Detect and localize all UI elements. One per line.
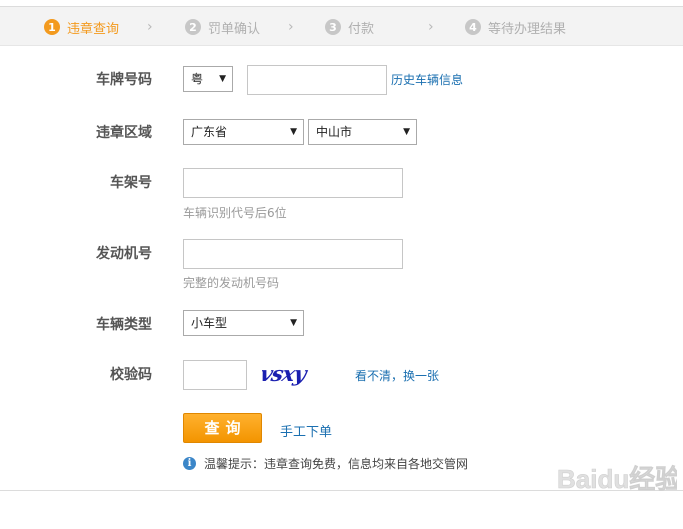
manual-order-link[interactable]: 手工下单 <box>280 421 332 440</box>
captcha-text: vsxy <box>262 362 310 387</box>
frame-hint: 车辆识别代号后6位 <box>183 206 287 220</box>
step-label: 罚单确认 <box>208 21 261 37</box>
captcha-svg: vsxy <box>258 362 311 387</box>
warm-tip: i 温馨提示：违章查询免费，信息均来自各地交管网 <box>183 455 468 472</box>
chevron-right-icon: › <box>288 19 294 35</box>
plate-label: 车牌号码 <box>96 72 152 88</box>
watermark-text: Baidu经验 <box>557 464 677 494</box>
triangle-down-icon: ▼ <box>290 318 297 328</box>
history-vehicles-link[interactable]: 历史车辆信息 <box>391 71 463 88</box>
step-number-icon: 2 <box>185 19 201 35</box>
step-payment: 3 付款 <box>325 18 375 37</box>
city-select[interactable]: 中山市 ▼ <box>308 119 417 145</box>
vehicle-type-select[interactable]: 小车型 ▼ <box>183 310 304 336</box>
vehicle-type-value: 小车型 <box>191 316 228 330</box>
frame-number-input[interactable] <box>183 168 403 198</box>
tip-text: 温馨提示：违章查询免费，信息均来自各地交管网 <box>204 457 469 471</box>
baidu-logo-icon: Baidu经验 <box>557 464 682 495</box>
plate-prefix-value: 粤 <box>191 72 204 86</box>
captcha-image[interactable]: vsxy <box>258 362 318 392</box>
step-await-result: 4 等待办理结果 <box>465 18 567 37</box>
query-button[interactable]: 查询 <box>183 413 262 443</box>
step-ticket-confirm: 2 罚单确认 <box>185 18 261 37</box>
captcha-input[interactable] <box>183 360 247 390</box>
step-violation-query: 1 违章查询 <box>44 18 120 37</box>
captcha-label: 校验码 <box>110 367 152 383</box>
step-label: 违章查询 <box>67 21 120 37</box>
triangle-down-icon: ▼ <box>219 74 226 84</box>
info-icon: i <box>183 457 196 470</box>
baidu-watermark: Baidu经验 <box>555 458 682 502</box>
engine-hint: 完整的发动机号码 <box>183 276 280 290</box>
step-number-icon: 4 <box>465 19 481 35</box>
triangle-down-icon: ▼ <box>403 127 410 137</box>
chevron-right-icon: › <box>147 19 153 35</box>
step-number-icon: 3 <box>325 19 341 35</box>
province-select[interactable]: 广东省 ▼ <box>183 119 304 145</box>
city-value: 中山市 <box>316 125 353 139</box>
step-label: 等待办理结果 <box>488 21 567 37</box>
refresh-captcha-link[interactable]: 看不清，换一张 <box>355 367 439 384</box>
step-number-icon: 1 <box>44 19 60 35</box>
frame-label: 车架号 <box>110 175 152 191</box>
plate-number-input[interactable] <box>247 65 387 95</box>
progress-steps: 1 违章查询 › 2 罚单确认 › 3 付款 › 4 等待办理结果 <box>0 7 683 46</box>
engine-label: 发动机号 <box>96 246 152 262</box>
plate-prefix-select[interactable]: 粤 ▼ <box>183 66 233 92</box>
chevron-right-icon: › <box>428 19 434 35</box>
engine-number-input[interactable] <box>183 239 403 269</box>
region-label: 违章区域 <box>96 125 152 141</box>
triangle-down-icon: ▼ <box>290 127 297 137</box>
province-value: 广东省 <box>191 125 228 139</box>
vehicle-type-label: 车辆类型 <box>96 317 152 333</box>
step-label: 付款 <box>348 21 375 37</box>
